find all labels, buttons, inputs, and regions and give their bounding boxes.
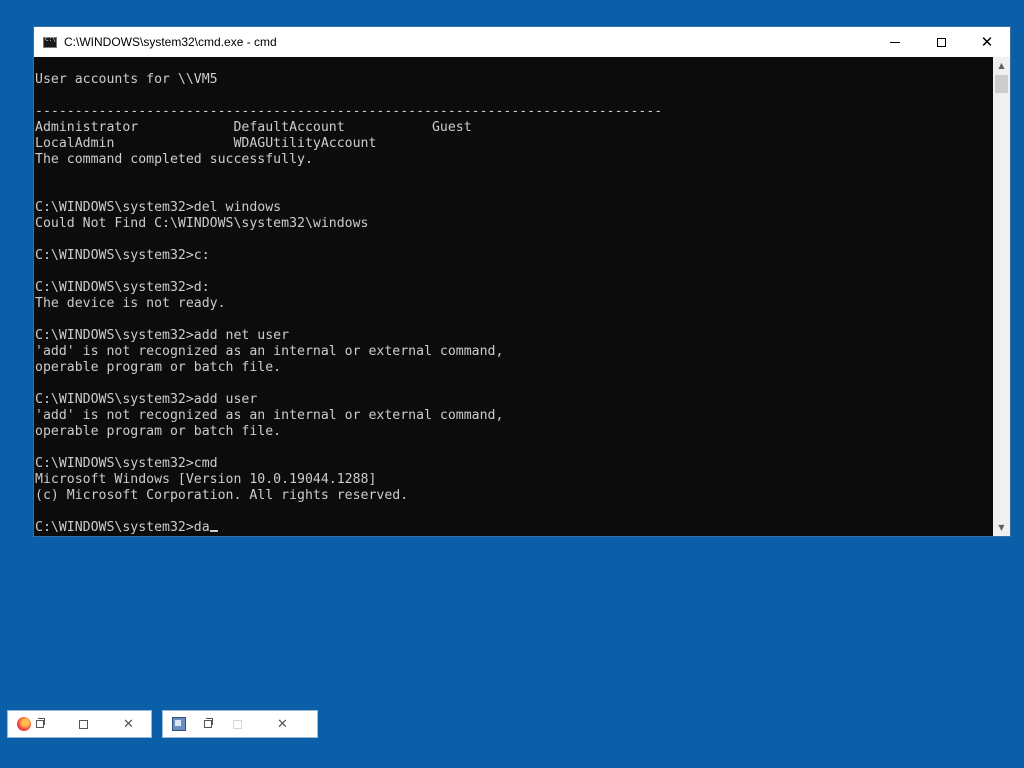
console-line: operable program or batch file. (35, 360, 282, 375)
console-line: (c) Microsoft Corporation. All rights re… (35, 488, 409, 503)
maximize-button[interactable] (61, 711, 106, 737)
current-prompt: C:\WINDOWS\system32>da (35, 520, 210, 535)
console-prompt-line[interactable]: C:\WINDOWS\system32>da (35, 520, 662, 536)
app-window-icon (172, 717, 186, 731)
console-line: C:\WINDOWS\system32>c: (35, 248, 210, 263)
firefox-icon (17, 717, 31, 731)
maximize-icon (233, 719, 242, 729)
console-line: C:\WINDOWS\system32>cmd (35, 456, 218, 471)
close-icon: ✕ (123, 716, 134, 732)
minimized-window-firefox[interactable]: ✕ (7, 710, 152, 738)
restore-icon[interactable] (204, 718, 213, 728)
console-line: LocalAdmin WDAGUtilityAccount (35, 136, 377, 151)
close-icon: ✕ (980, 32, 994, 51)
window-title: C:\WINDOWS\system32\cmd.exe - cmd (64, 35, 277, 49)
title-bar[interactable]: C:\WINDOWS\system32\cmd.exe - cmd ✕ (34, 27, 1010, 57)
maximize-button[interactable] (215, 711, 260, 737)
console-line: 'add' is not recognized as an internal o… (35, 344, 504, 359)
console-text: User accounts for \\VM5 -----------------… (35, 72, 662, 536)
scroll-down-button[interactable]: ▼ (993, 519, 1010, 536)
console-output[interactable]: User accounts for \\VM5 -----------------… (34, 57, 993, 536)
console-line: ----------------------------------------… (35, 104, 663, 119)
minimize-icon (890, 41, 900, 43)
console-line: C:\WINDOWS\system32>d: (35, 280, 210, 295)
close-icon: ✕ (277, 716, 288, 732)
console-line: Administrator DefaultAccount Guest (35, 120, 472, 135)
chevron-down-icon: ▼ (998, 523, 1005, 532)
minimize-button[interactable] (872, 27, 918, 57)
close-button[interactable]: ✕ (260, 711, 305, 737)
console-line: 'add' is not recognized as an internal o… (35, 408, 504, 423)
caption-buttons: ✕ (872, 27, 1010, 57)
restore-icon[interactable] (36, 718, 45, 728)
console-line: The device is not ready. (35, 296, 226, 311)
maximize-icon (936, 37, 946, 47)
cmd-window: C:\WINDOWS\system32\cmd.exe - cmd ✕ User… (33, 26, 1011, 537)
close-button[interactable]: ✕ (964, 27, 1010, 57)
console-line: C:\WINDOWS\system32>del windows (35, 200, 282, 215)
chevron-up-icon: ▲ (998, 61, 1005, 70)
close-button[interactable]: ✕ (106, 711, 151, 737)
maximize-icon (79, 719, 88, 729)
console-line: Could Not Find C:\WINDOWS\system32\windo… (35, 216, 369, 231)
minimized-window-app[interactable]: ✕ (162, 710, 318, 738)
console-line: C:\WINDOWS\system32>add user (35, 392, 258, 407)
console-line: User accounts for \\VM5 (35, 72, 218, 87)
vertical-scrollbar[interactable]: ▲ ▼ (993, 57, 1010, 536)
scroll-thumb[interactable] (995, 75, 1008, 93)
console-line: Microsoft Windows [Version 10.0.19044.12… (35, 472, 377, 487)
console-line: The command completed successfully. (35, 152, 313, 167)
console-line: C:\WINDOWS\system32>add net user (35, 328, 290, 343)
cmd-app-icon[interactable] (43, 36, 57, 48)
text-cursor (209, 530, 218, 532)
scroll-up-button[interactable]: ▲ (993, 57, 1010, 74)
maximize-button[interactable] (918, 27, 964, 57)
console-line: operable program or batch file. (35, 424, 282, 439)
